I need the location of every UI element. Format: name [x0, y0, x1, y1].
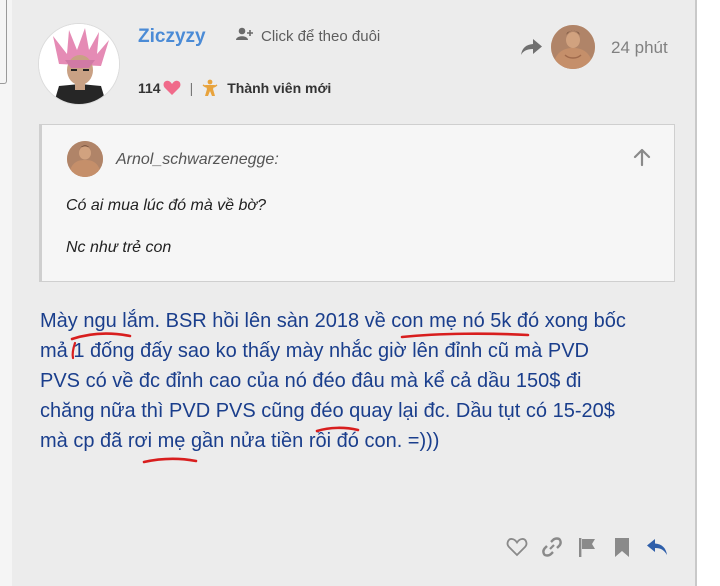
- flag-icon[interactable]: [574, 534, 600, 560]
- arrow-up-icon[interactable]: [632, 147, 652, 172]
- post-text-line: PVS có về đc đỉnh cao của nó đéo đâu mà …: [40, 370, 582, 392]
- post-text-line: mả 1 đống đấy sao ko thấy mày nhắc giờ l…: [40, 340, 589, 362]
- like-outline-icon[interactable]: [504, 534, 530, 560]
- member-icon: [202, 79, 218, 97]
- user-avatar[interactable]: [38, 23, 120, 105]
- post-time: 24 phút: [611, 38, 668, 57]
- post-text-line: chăng nữa thì PVD PVS cũng đéo quay lại …: [40, 400, 615, 422]
- quoted-user-avatar[interactable]: [551, 25, 595, 69]
- post-actions: [504, 534, 670, 560]
- follow-icon: [236, 27, 254, 45]
- quote-block: Arnol_schwarzenegge: Có ai mua lúc đó mà…: [39, 124, 675, 282]
- likes-count: 114: [138, 80, 161, 96]
- username-link[interactable]: Ziczyzy: [138, 26, 206, 48]
- link-icon[interactable]: [539, 534, 565, 560]
- member-rank: Thành viên mới: [227, 80, 332, 96]
- left-panel-edge: [0, 0, 7, 84]
- right-edge: [696, 0, 720, 586]
- quote-author[interactable]: Arnol_schwarzenegge:: [116, 151, 279, 169]
- left-edge: [0, 0, 12, 586]
- follow-button[interactable]: Click để theo đuôi: [236, 27, 380, 45]
- stats-separator: |: [189, 80, 194, 96]
- post-text-line: mà cp đã rơi mẹ gần nửa tiền rồi đó con.…: [40, 430, 440, 452]
- post-body: Mày ngu lắm. BSR hồi lên sàn 2018 về con…: [40, 306, 690, 456]
- user-stats: 114 | Thành viên mới: [138, 79, 331, 97]
- right-divider: [695, 0, 697, 586]
- reply-icon[interactable]: [644, 534, 670, 560]
- quote-text-line: Có ai mua lúc đó mà về bờ?: [66, 197, 266, 214]
- bookmark-icon[interactable]: [609, 534, 635, 560]
- quote-text-line: Nc như trẻ con: [66, 239, 172, 256]
- post-text-line: Mày ngu lắm. BSR hồi lên sàn 2018 về con…: [40, 310, 626, 332]
- quote-avatar[interactable]: [67, 141, 103, 177]
- follow-label: Click để theo đuôi: [261, 27, 381, 45]
- reply-share-icon[interactable]: [520, 37, 544, 57]
- underline-mark: [142, 457, 198, 464]
- heart-icon: [163, 80, 181, 96]
